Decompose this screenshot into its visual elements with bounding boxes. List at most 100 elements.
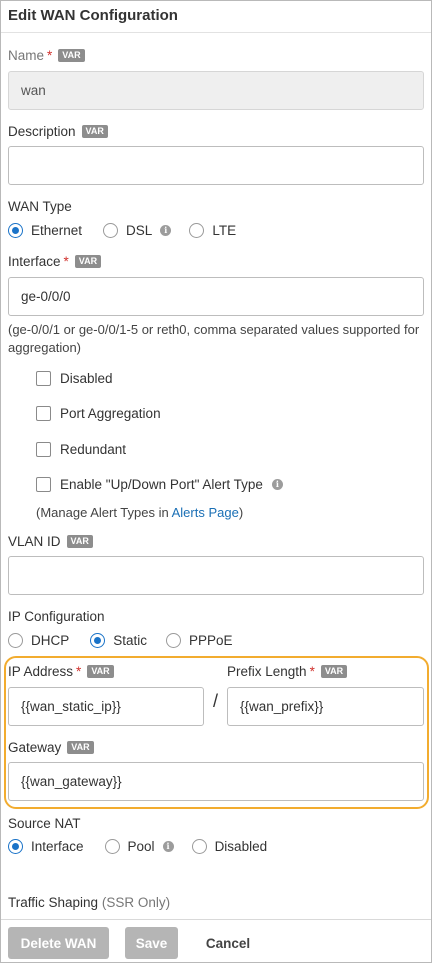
ip-config-static-label: Static (113, 633, 148, 648)
ip-config-static-option[interactable]: Static (90, 633, 147, 648)
radio-selected-icon[interactable] (8, 839, 23, 854)
name-label: Name (8, 48, 45, 63)
title-divider (1, 32, 431, 33)
wan-type-lte-option[interactable]: LTE (189, 223, 236, 238)
gateway-input[interactable]: {{wan_gateway}} (8, 762, 424, 801)
required-mark: * (63, 254, 69, 269)
required-mark: * (76, 664, 82, 679)
required-mark: * (47, 48, 53, 63)
vlan-label: VLAN ID (8, 534, 61, 549)
disabled-checkbox-row[interactable]: Disabled (36, 371, 113, 386)
delete-wan-button[interactable]: Delete WAN (8, 927, 109, 959)
var-badge: VAR (320, 665, 348, 678)
ip-address-value: {{wan_static_ip}} (21, 699, 121, 714)
checkbox[interactable] (36, 477, 51, 492)
interface-label: Interface (8, 254, 61, 269)
gateway-value: {{wan_gateway}} (21, 774, 122, 789)
ip-config-label: IP Configuration (8, 609, 105, 624)
port-aggregation-checkbox-row[interactable]: Port Aggregation (36, 406, 161, 421)
wan-type-dsl-label: DSL (126, 223, 153, 238)
prefix-length-value: {{wan_prefix}} (240, 699, 324, 714)
var-badge: VAR (58, 49, 85, 62)
source-nat-pool-option[interactable]: Pool i (104, 839, 174, 854)
prefix-separator: / (213, 691, 219, 711)
var-badge: VAR (74, 255, 102, 268)
port-aggregation-checkbox-label: Port Aggregation (60, 406, 161, 421)
ip-config-dhcp-label: DHCP (31, 633, 70, 648)
required-mark: * (309, 664, 315, 679)
var-badge: VAR (66, 535, 93, 548)
description-label: Description (8, 124, 76, 139)
alert-hint: (Manage Alert Types in Alerts Page) (36, 504, 243, 522)
var-badge: VAR (87, 665, 114, 678)
ip-address-label: IP Address (8, 664, 74, 679)
source-nat-radio-group: Interface Pool i Disabled (8, 839, 267, 854)
wan-type-ethernet-option[interactable]: Ethernet (8, 223, 82, 238)
traffic-shaping-suffix: (SSR Only) (101, 895, 171, 910)
checkbox[interactable] (36, 371, 51, 386)
source-nat-disabled-label: Disabled (214, 839, 268, 854)
checkbox[interactable] (36, 442, 51, 457)
ip-config-radio-group: DHCP Static PPPoE (8, 633, 233, 648)
redundant-checkbox-row[interactable]: Redundant (36, 442, 126, 457)
ip-config-dhcp-option[interactable]: DHCP (8, 633, 69, 648)
edit-wan-panel: Edit WAN Configuration Name * VAR wan Desc… (0, 0, 432, 963)
prefix-length-label-row: Prefix Length * VAR (227, 664, 348, 679)
ip-config-pppoe-label: PPPoE (189, 633, 233, 648)
ip-address-label-row: IP Address * VAR (8, 664, 114, 679)
radio-unselected-icon[interactable] (189, 223, 205, 238)
info-icon[interactable]: i (162, 841, 174, 852)
checkbox[interactable] (36, 406, 51, 421)
save-button[interactable]: Save (125, 927, 178, 959)
radio-unselected-icon[interactable] (166, 633, 182, 648)
info-icon[interactable]: i (271, 479, 283, 490)
source-nat-interface-option[interactable]: Interface (8, 839, 84, 854)
radio-unselected-icon[interactable] (191, 839, 207, 854)
info-icon[interactable]: i (160, 225, 172, 236)
name-field: wan (8, 71, 424, 110)
source-nat-label: Source NAT (8, 816, 81, 831)
wan-type-ethernet-label: Ethernet (31, 223, 83, 238)
wan-type-lte-label: LTE (212, 223, 237, 238)
traffic-shaping-label-row: Traffic Shaping (SSR Only) (8, 895, 170, 910)
interface-input[interactable]: ge-0/0/0 (8, 277, 424, 316)
radio-unselected-icon[interactable] (8, 633, 23, 648)
radio-selected-icon[interactable] (8, 223, 23, 238)
radio-selected-icon[interactable] (90, 633, 106, 648)
source-nat-disabled-option[interactable]: Disabled (191, 839, 268, 854)
alert-hint-prefix: (Manage Alert Types in (36, 505, 172, 520)
gateway-label-row: Gateway VAR (8, 740, 94, 755)
name-label-row: Name * VAR (8, 48, 85, 63)
interface-label-row: Interface * VAR (8, 254, 102, 269)
radio-unselected-icon[interactable] (103, 223, 119, 238)
description-label-row: Description VAR (8, 124, 108, 139)
wan-type-dsl-option[interactable]: DSL i (103, 223, 172, 238)
source-nat-pool-label: Pool (127, 839, 155, 854)
wan-type-label: WAN Type (8, 199, 72, 214)
vlan-input[interactable] (8, 556, 424, 595)
name-value: wan (21, 83, 46, 98)
radio-unselected-icon[interactable] (104, 839, 120, 854)
wan-type-radio-group: Ethernet DSL i LTE (8, 223, 236, 238)
source-nat-interface-label: Interface (31, 839, 84, 854)
var-badge: VAR (81, 125, 108, 138)
prefix-length-label: Prefix Length (227, 664, 307, 679)
disabled-checkbox-label: Disabled (60, 371, 113, 386)
alerts-page-link[interactable]: Alerts Page (172, 505, 239, 520)
alert-type-checkbox-row[interactable]: Enable "Up/Down Port" Alert Type i (36, 477, 283, 492)
alert-hint-suffix: ) (238, 505, 244, 520)
alert-type-checkbox-label: Enable "Up/Down Port" Alert Type (60, 477, 263, 492)
vlan-label-row: VLAN ID VAR (8, 534, 93, 549)
gateway-label: Gateway (8, 740, 62, 755)
ip-address-input[interactable]: {{wan_static_ip}} (8, 687, 204, 726)
interface-hint: (ge-0/0/1 or ge-0/0/1-5 or reth0, comma … (8, 322, 420, 355)
var-badge: VAR (67, 741, 94, 754)
interface-value: ge-0/0/0 (21, 289, 71, 304)
dialog-title: Edit WAN Configuration (8, 7, 178, 24)
cancel-button[interactable]: Cancel (195, 927, 261, 959)
redundant-checkbox-label: Redundant (60, 442, 127, 457)
description-input[interactable] (8, 146, 424, 185)
traffic-shaping-label: Traffic Shaping (8, 895, 99, 910)
prefix-length-input[interactable]: {{wan_prefix}} (227, 687, 424, 726)
ip-config-pppoe-option[interactable]: PPPoE (166, 633, 233, 648)
